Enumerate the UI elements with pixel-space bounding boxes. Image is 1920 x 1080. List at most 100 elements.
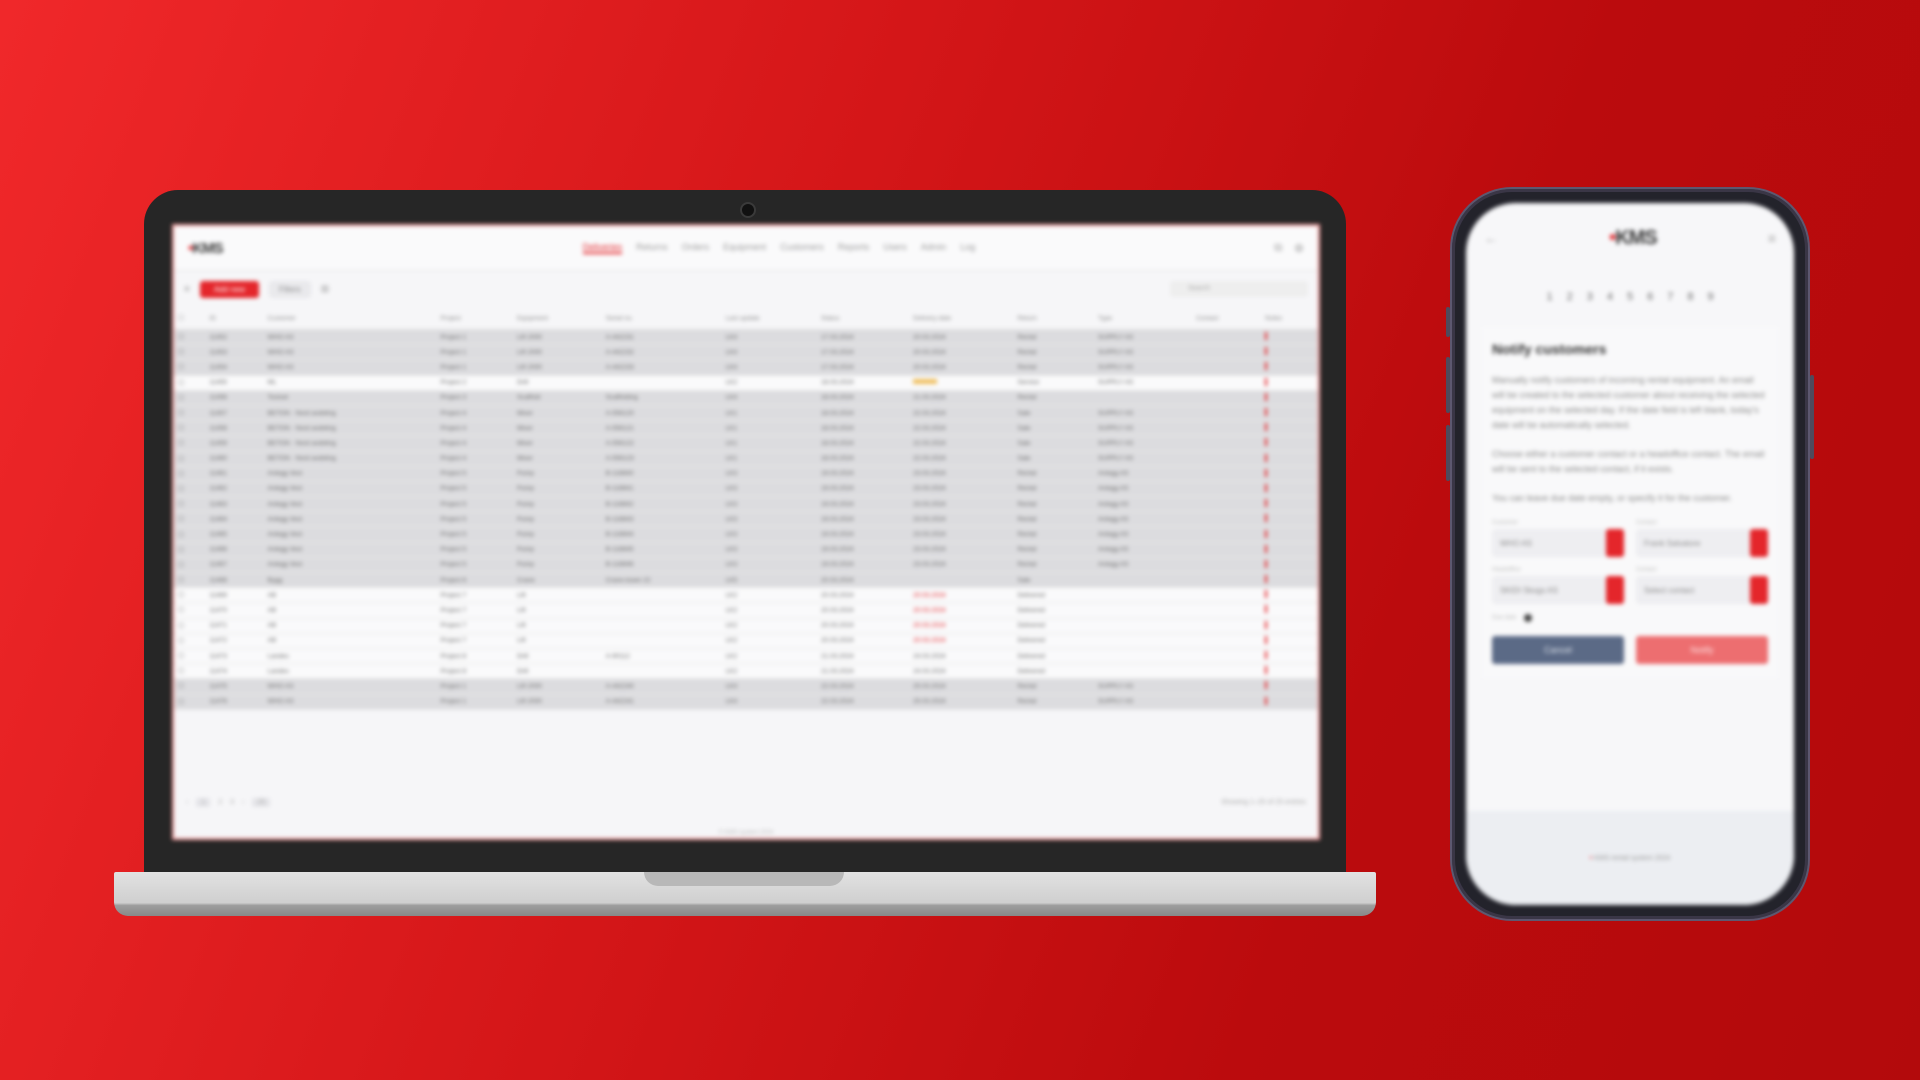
table-row[interactable]: ☐ 11453 WHO AS Project 1 Lift 2000 A-442232 LK… (174, 344, 1318, 361)
prev-page-button[interactable]: ‹ (186, 799, 188, 806)
due-date-toggle[interactable]: Due date (1492, 614, 1768, 622)
column-header[interactable]: Status (817, 307, 910, 330)
column-header[interactable]: Contact (1192, 307, 1262, 330)
back-arrow-icon[interactable]: ← (1484, 230, 1498, 246)
row-checkbox[interactable]: ☐ (174, 344, 206, 361)
table-row[interactable]: ☐ 11471 AB Project 7 Lift LK2 20.03.2024 20.03.… (174, 618, 1318, 634)
add-new-button[interactable]: Add new (199, 280, 259, 298)
step-icon-2[interactable]: 2 (1567, 291, 1573, 303)
row-checkbox[interactable]: ☐ (174, 496, 206, 513)
step-icon-3[interactable]: 3 (1587, 291, 1593, 303)
table-row[interactable]: ☐ 11458 BETON · Nord avdeling Project 4 Mixe… (174, 420, 1318, 437)
cancel-button[interactable]: Cancel (1492, 636, 1624, 664)
row-checkbox[interactable]: ☐ (174, 572, 206, 589)
column-header[interactable]: Type (1094, 307, 1193, 330)
nav-item-deliveries[interactable]: Deliveries (582, 242, 623, 254)
page-2-button[interactable]: 2 (218, 799, 222, 806)
nav-item-users[interactable]: Users (883, 242, 907, 254)
table-row[interactable]: ☐ 11476 WHO AS Project 1 Lift 2000 A-442241 LK… (174, 694, 1318, 710)
filters-button[interactable]: Filters (268, 280, 311, 298)
row-checkbox[interactable]: ☐ (174, 466, 206, 482)
dropdown-icon[interactable] (1606, 576, 1624, 604)
row-checkbox[interactable]: ☐ (174, 481, 206, 498)
page-size-select[interactable]: 25 (252, 797, 271, 807)
row-checkbox[interactable]: ☐ (174, 375, 206, 391)
row-checkbox[interactable]: ☐ (174, 587, 206, 604)
table-row[interactable]: ☐ 11467 Anlegg Vest Project 5 Pump B-118846 LK… (174, 557, 1318, 574)
nav-item-customers[interactable]: Customers (780, 242, 824, 254)
table-row[interactable]: ☐ 11473 Landes Project 8 Drill A-90112 LK2 21.0… (174, 648, 1318, 665)
customer-select[interactable]: WHO AS (1492, 529, 1624, 557)
table-row[interactable]: ☐ 11470 AB Project 7 Lift LK2 20.03.2024 20.03.… (174, 602, 1318, 619)
column-header[interactable]: Project (436, 307, 513, 330)
column-header[interactable]: Serial no. (601, 307, 722, 330)
row-checkbox[interactable]: ☐ (174, 435, 206, 452)
notify-button[interactable]: Notify (1636, 636, 1768, 664)
step-icon-8[interactable]: 8 (1687, 291, 1693, 303)
step-icon-7[interactable]: 7 (1667, 291, 1673, 303)
search-input[interactable]: Search (1170, 281, 1308, 297)
table-row[interactable]: ☐ 11462 Anlegg Vest Project 5 Pump B-118841 LK… (174, 481, 1318, 498)
table-row[interactable]: ☐ 11468 Bygg Project 6 Crane Crane-tower 22 LK… (174, 572, 1318, 589)
table-row[interactable]: ☐ 11475 WHO AS Project 1 Lift 2000 A-442240 LK… (174, 678, 1318, 695)
page-1-button[interactable]: 1 (196, 797, 211, 807)
dropdown-icon[interactable] (1750, 576, 1768, 604)
nav-item-equipment[interactable]: Equipment (723, 242, 766, 254)
table-row[interactable]: ☐ 11465 Anlegg Vest Project 5 Pump B-118844 LK… (174, 526, 1318, 543)
dropdown-icon[interactable] (1606, 529, 1624, 557)
page-3-button[interactable]: 3 (230, 799, 234, 806)
nav-item-log[interactable]: Log (960, 242, 975, 254)
nav-item-orders[interactable]: Orders (682, 242, 710, 254)
next-page-button[interactable]: › (242, 799, 244, 806)
menu-icon[interactable]: ≡ (184, 284, 190, 295)
mobile-brand-logo[interactable]: •KMS (1609, 227, 1657, 250)
column-header[interactable]: Return (1013, 307, 1095, 330)
step-icon-6[interactable]: 6 (1647, 291, 1653, 303)
column-header[interactable]: Last update (721, 307, 818, 330)
columns-icon[interactable]: ⊞ (321, 284, 329, 295)
row-checkbox[interactable]: ☐ (174, 359, 206, 376)
brand-logo[interactable]: •KMS (188, 240, 224, 257)
nav-item-returns[interactable]: Returns (636, 242, 668, 254)
row-checkbox[interactable]: ☐ (174, 329, 206, 346)
dropdown-icon[interactable] (1750, 529, 1768, 557)
table-row[interactable]: ☐ 11452 WHO AS Project 1 Lift 2000 A-442231 LK… (174, 329, 1318, 346)
row-checkbox[interactable]: ☐ (174, 694, 206, 710)
step-icon-5[interactable]: 5 (1627, 291, 1633, 303)
column-header[interactable]: Notes (1261, 307, 1318, 330)
table-row[interactable]: ☐ 11463 Anlegg Vest Project 5 Pump B-118842 LK… (174, 496, 1318, 513)
row-checkbox[interactable]: ☐ (174, 648, 206, 665)
column-header[interactable]: ID (205, 307, 264, 330)
table-row[interactable]: ☐ 11454 WHO AS Project 1 Lift 2000 A-442233 LK… (174, 359, 1318, 376)
row-checkbox[interactable]: ☐ (174, 542, 206, 558)
nav-item-admin[interactable]: Admin (921, 242, 947, 254)
step-icon-9[interactable]: 9 (1707, 291, 1713, 303)
table-row[interactable]: ☐ 11464 Anlegg Vest Project 5 Pump B-118843 LK… (174, 511, 1318, 528)
row-checkbox[interactable]: ☐ (174, 678, 206, 695)
row-checkbox[interactable]: ☐ (174, 511, 206, 528)
step-icon-4[interactable]: 4 (1607, 291, 1613, 303)
table-row[interactable]: ☐ 11474 Landes Project 8 Drill LK2 21.03.2024 2… (174, 663, 1318, 680)
toggle-knob[interactable] (1524, 614, 1533, 622)
table-row[interactable]: ☐ 11460 BETON · Nord avdeling Project 4 Mixe… (174, 451, 1318, 467)
row-checkbox[interactable]: ☐ (174, 663, 206, 680)
settings-icon[interactable]: ⚙ (1294, 242, 1304, 255)
table-row[interactable]: ☐ 11466 Anlegg Vest Project 5 Pump B-118845 LK… (174, 542, 1318, 558)
row-checkbox[interactable]: ☐ (174, 602, 206, 619)
table-row[interactable]: ☐ 11455 ML Project 2 Drill LK2 18.03.2024 Servi… (174, 375, 1318, 391)
row-checkbox[interactable]: ☐ (174, 633, 206, 649)
row-checkbox[interactable]: ☐ (174, 420, 206, 437)
column-header[interactable]: Equipment (512, 307, 602, 330)
export-icon[interactable]: ⧉ (1274, 242, 1282, 255)
row-checkbox[interactable]: ☐ (174, 618, 206, 634)
nav-item-reports[interactable]: Reports (838, 242, 870, 254)
column-header[interactable]: Customer (263, 307, 437, 330)
table-row[interactable]: ☐ 11456 Toolset Project 3 Scaffold Scaffoldin… (174, 390, 1318, 406)
headoffice-select[interactable]: SKIDI Skogs AS (1492, 576, 1624, 604)
table-row[interactable]: ☐ 11469 AB Project 7 Lift LK2 20.03.2024 20.03.… (174, 587, 1318, 604)
row-checkbox[interactable]: ☐ (174, 526, 206, 543)
column-header[interactable]: Delivery date (909, 307, 1014, 330)
row-checkbox[interactable]: ☐ (174, 451, 206, 467)
table-row[interactable]: ☐ 11461 Anlegg Vest Project 5 Pump B-118840 LK… (174, 466, 1318, 482)
table-row[interactable]: ☐ 11457 BETON · Nord avdeling Project 4 Mixe… (174, 405, 1318, 422)
